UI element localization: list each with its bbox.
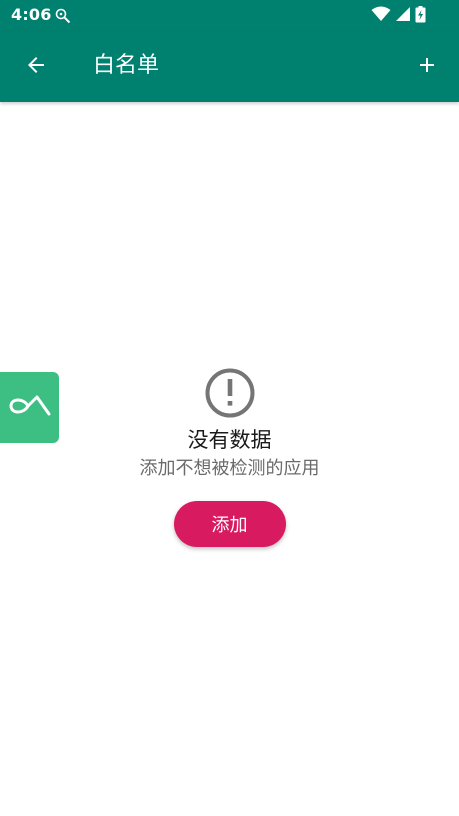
status-icons xyxy=(371,5,426,27)
arrow-back-icon xyxy=(24,53,48,81)
battery-icon xyxy=(415,5,426,27)
empty-subtitle: 添加不想被检测的应用 xyxy=(139,458,320,479)
add-app-button[interactable] xyxy=(405,45,449,89)
whitelist-screen: 4:06 白名单 没有数据 添加不想被检测的应用 添加 xyxy=(0,0,459,816)
signal-icon xyxy=(395,6,411,26)
status-bar: 4:06 xyxy=(0,0,459,31)
plus-icon xyxy=(415,53,439,81)
wifi-icon xyxy=(371,6,391,26)
empty-title: 没有数据 xyxy=(187,428,272,452)
page-title: 白名单 xyxy=(93,53,160,78)
app-bar: 白名单 xyxy=(0,31,459,102)
alert-circle-icon xyxy=(203,366,257,420)
status-time: 4:06 xyxy=(11,5,52,24)
back-button[interactable] xyxy=(14,45,58,89)
accessibility-search-icon xyxy=(54,7,72,25)
add-button[interactable]: 添加 xyxy=(173,501,286,547)
empty-state: 没有数据 添加不想被检测的应用 添加 xyxy=(0,366,459,547)
